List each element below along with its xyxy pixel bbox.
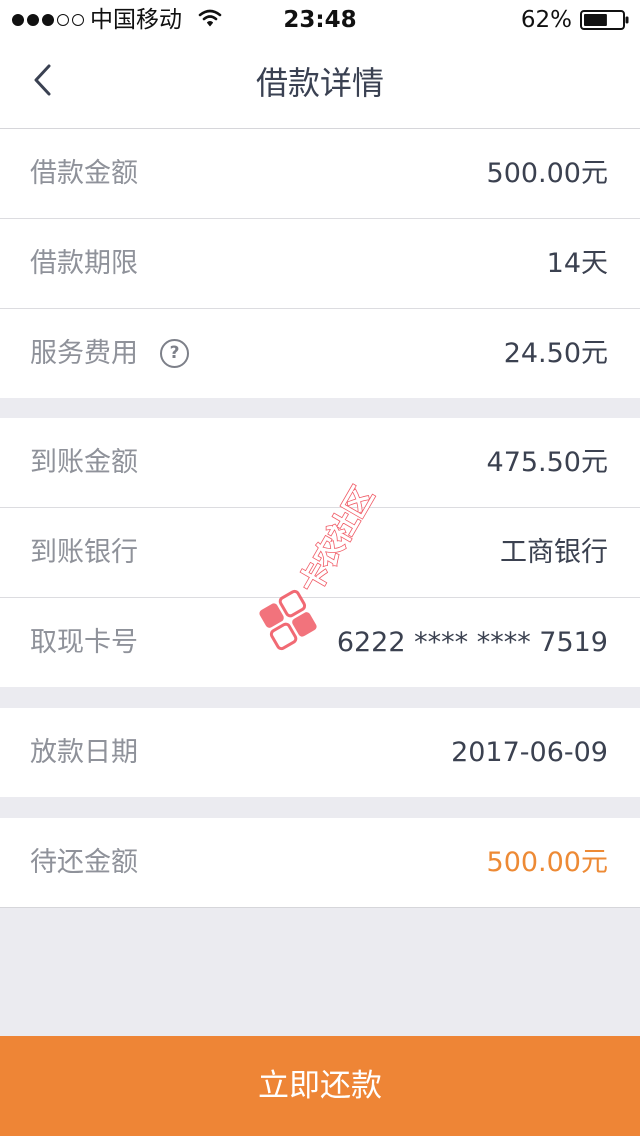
detail-row-receiving-bank: 到账银行 工商银行 [0, 508, 640, 598]
loan-info-group: 借款金额 500.00元 借款期限 14天 服务费用 ? 24.50元 [0, 129, 640, 398]
disbursement-group: 到账金额 475.50元 到账银行 工商银行 取现卡号 6222 **** **… [0, 418, 640, 687]
battery-percentage: 62% [520, 7, 572, 33]
detail-row-loan-term: 借款期限 14天 [0, 219, 640, 309]
detail-row-loan-amount: 借款金额 500.00元 [0, 129, 640, 219]
detail-row-card-number: 取现卡号 6222 **** **** 7519 [0, 598, 640, 687]
amount-due-value: 500.00元 [486, 847, 608, 878]
repay-now-button[interactable]: 立即还款 [0, 1036, 640, 1136]
detail-row-received-amount: 到账金额 475.50元 [0, 418, 640, 508]
detail-value: 14天 [546, 248, 608, 279]
status-bar: 中国移动 23:48 62% [0, 0, 640, 40]
detail-value: 24.50元 [503, 338, 608, 369]
help-icon[interactable]: ? [160, 339, 189, 368]
detail-label: 借款期限 [30, 248, 138, 279]
detail-label: 取现卡号 [30, 627, 138, 658]
battery-icon [580, 10, 630, 30]
detail-label: 到账金额 [30, 447, 138, 478]
detail-value: 475.50元 [486, 447, 608, 478]
detail-label: 放款日期 [30, 737, 138, 768]
detail-value: 6222 **** **** 7519 [336, 627, 608, 658]
detail-label: 服务费用 [30, 338, 138, 369]
detail-value: 2017-06-09 [451, 737, 608, 768]
detail-label: 待还金额 [30, 847, 138, 878]
detail-row-service-fee: 服务费用 ? 24.50元 [0, 309, 640, 398]
navigation-bar: 借款详情 [0, 40, 640, 129]
amount-due-group: 待还金额 500.00元 [0, 818, 640, 908]
detail-row-amount-due: 待还金额 500.00元 [0, 818, 640, 907]
detail-value: 工商银行 [500, 537, 608, 568]
detail-label: 到账银行 [30, 537, 138, 568]
detail-value: 500.00元 [486, 158, 608, 189]
detail-row-loan-date: 放款日期 2017-06-09 [0, 708, 640, 797]
page-title: 借款详情 [255, 64, 384, 102]
screen: 中国移动 23:48 62% 借款详情 借款金额 500.00元 借款期限 14… [0, 0, 640, 1136]
loan-date-group: 放款日期 2017-06-09 [0, 708, 640, 797]
detail-label: 借款金额 [30, 158, 138, 189]
